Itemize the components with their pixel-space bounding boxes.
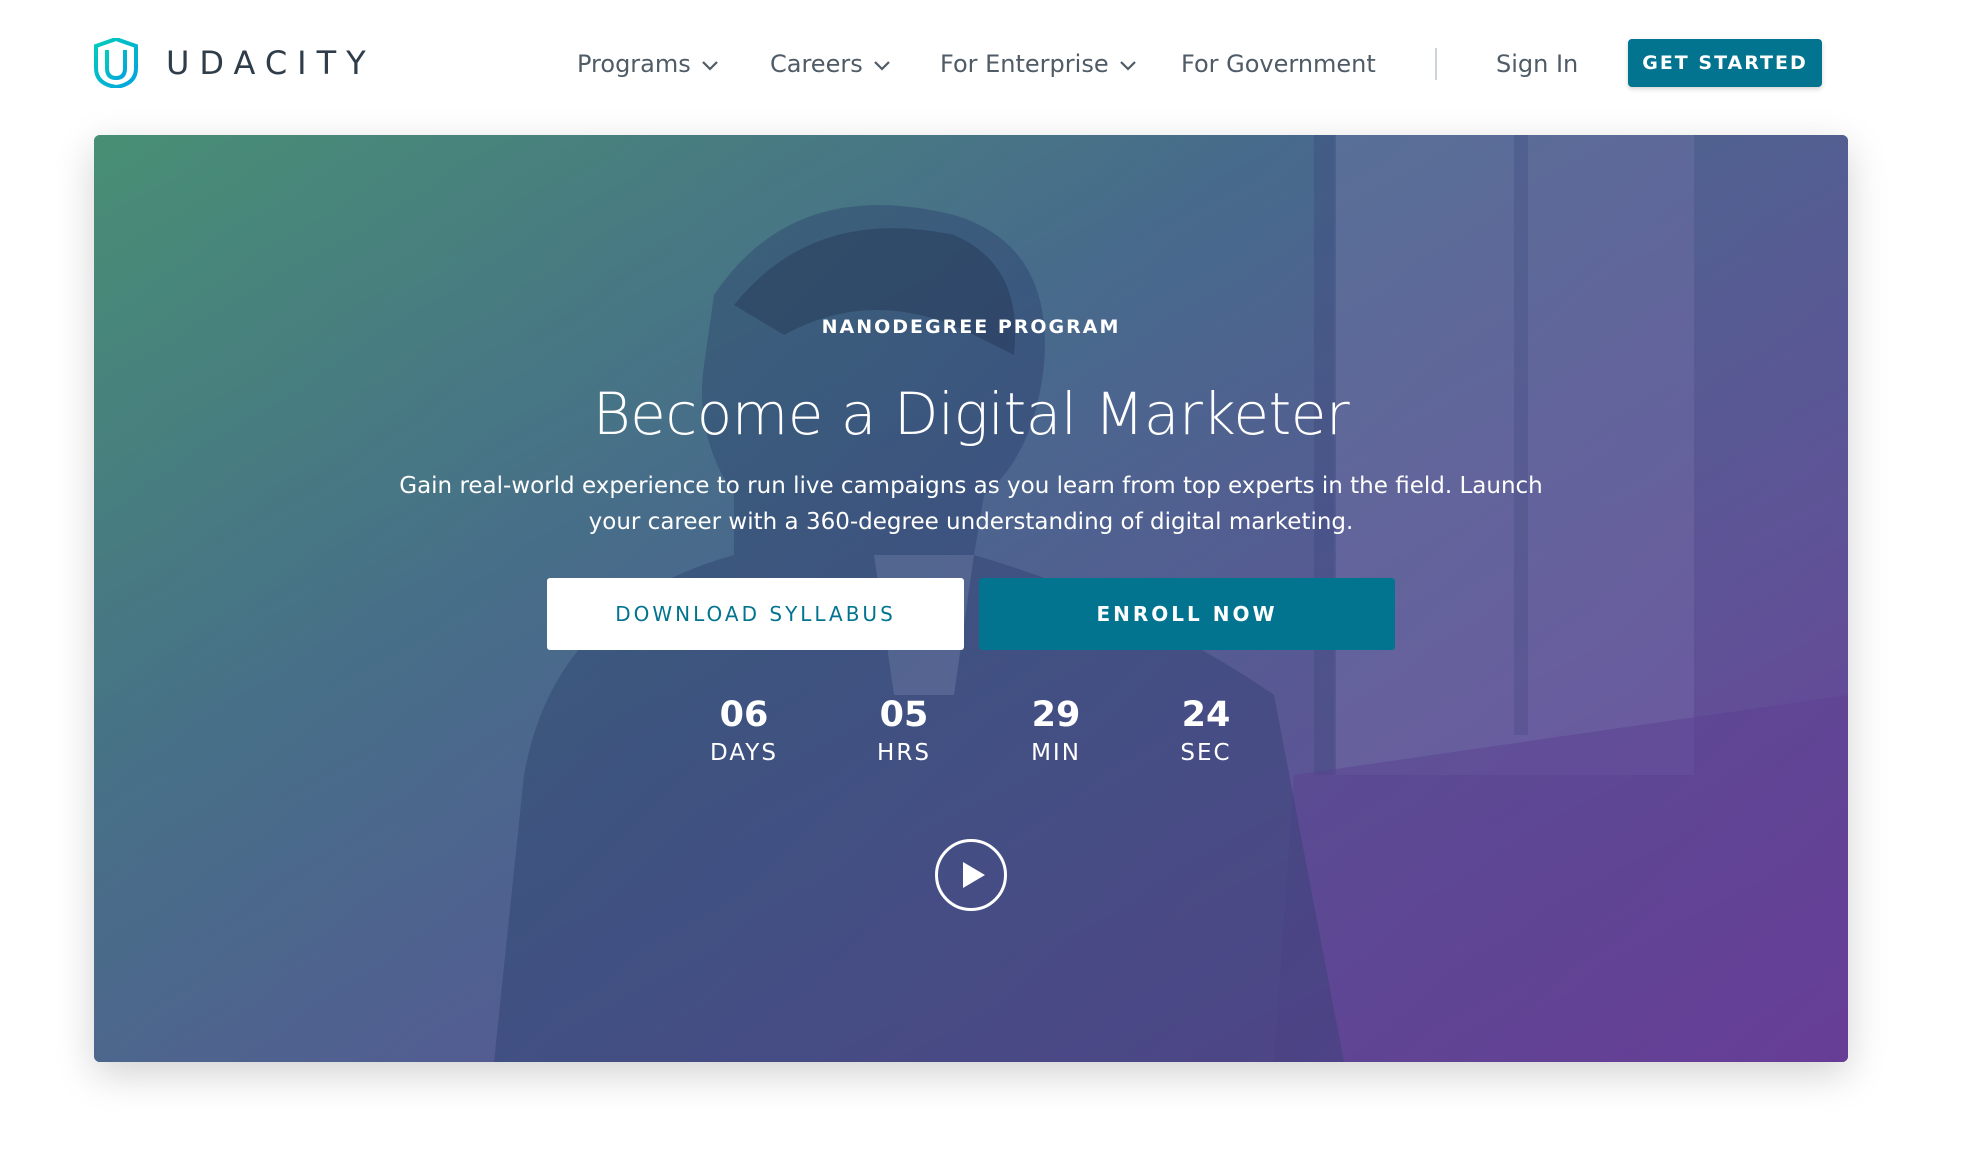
hero-banner: NANODEGREE PROGRAM Become a Digital Mark…: [94, 135, 1848, 1062]
sign-in-label: Sign In: [1496, 50, 1579, 78]
program-type-label: NANODEGREE PROGRAM: [821, 316, 1121, 338]
nav-item-label: Careers: [770, 50, 863, 78]
countdown-unit: HRS: [877, 740, 931, 766]
countdown-value: 06: [719, 695, 769, 735]
countdown-timer: 06 DAYS 05 HRS 29 MIN 24 SEC: [94, 695, 1848, 775]
countdown-seconds: 24 SEC: [1146, 695, 1266, 771]
chevron-down-icon: [701, 61, 718, 71]
nav-item-programs[interactable]: Programs: [577, 44, 719, 84]
nav-divider: [1435, 48, 1437, 80]
nav-item-label: Programs: [577, 50, 691, 78]
hero-title: Become a Digital Marketer: [592, 380, 1350, 448]
enroll-now-button[interactable]: ENROLL NOW: [979, 578, 1395, 650]
countdown-unit: MIN: [1031, 740, 1081, 766]
nav-item-label: For Government: [1181, 50, 1376, 78]
nav-item-careers[interactable]: Careers: [770, 44, 891, 84]
play-icon: [962, 862, 985, 888]
play-video-button[interactable]: [935, 839, 1007, 911]
hero-description: Gain real-world experience to run live c…: [399, 473, 1543, 535]
nav-item-for-government[interactable]: For Government: [1181, 44, 1376, 84]
chevron-down-icon: [1119, 61, 1136, 71]
sign-in-link[interactable]: Sign In: [1496, 44, 1578, 84]
nav-item-label: For Enterprise: [940, 50, 1109, 78]
chevron-down-icon: [873, 61, 890, 71]
countdown-value: 24: [1181, 695, 1231, 735]
countdown-value: 05: [879, 695, 929, 735]
get-started-button[interactable]: GET STARTED: [1628, 39, 1822, 87]
download-syllabus-button[interactable]: DOWNLOAD SYLLABUS: [547, 578, 964, 650]
site-header: UDACITY Programs Careers For Enterprise …: [0, 0, 1980, 128]
countdown-hours: 05 HRS: [844, 695, 964, 771]
page: UDACITY Programs Careers For Enterprise …: [0, 0, 1980, 1153]
hero-content: NANODEGREE PROGRAM Become a Digital Mark…: [94, 135, 1848, 1062]
countdown-unit: SEC: [1180, 740, 1232, 766]
countdown-value: 29: [1031, 695, 1081, 735]
nav-item-for-enterprise[interactable]: For Enterprise: [940, 44, 1137, 84]
countdown-minutes: 29 MIN: [996, 695, 1116, 771]
countdown-unit: DAYS: [710, 740, 778, 766]
countdown-days: 06 DAYS: [684, 695, 804, 771]
